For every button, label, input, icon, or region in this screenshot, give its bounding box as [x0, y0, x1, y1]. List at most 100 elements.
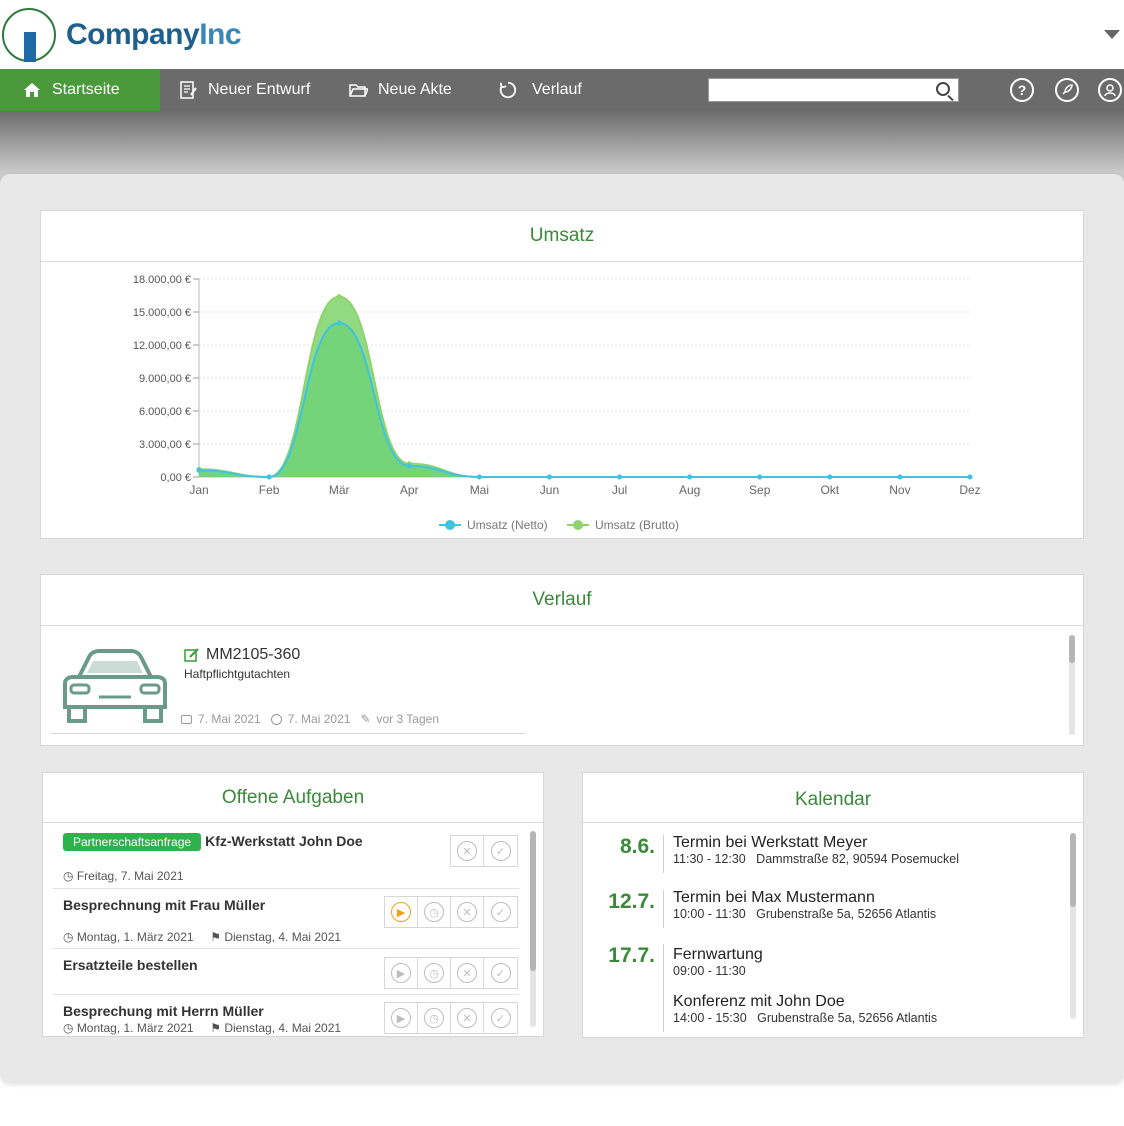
nav-item-neue-akte[interactable]: Neue Akte [348, 69, 452, 111]
nav-item-startseite[interactable]: Startseite [0, 69, 160, 111]
calendar-entry-title[interactable]: Termin bei Max Mustermann [673, 889, 875, 907]
rocket-button[interactable] [1055, 78, 1079, 102]
app-header: CompanyInc [0, 0, 1124, 69]
rocket-icon [1062, 84, 1073, 95]
verlauf-card: Verlauf MM2105-360 Haftpflichtgutachten … [40, 574, 1084, 746]
calendar-entry-details: 09:00 - 11:30 [673, 964, 746, 978]
clock-icon: ◷ [424, 902, 444, 922]
calendar-date: 8.6. [619, 835, 655, 858]
car-icon [63, 649, 167, 723]
user-button[interactable] [1098, 78, 1122, 102]
check-icon: ✓ [490, 963, 511, 983]
verlauf-item-meta: 7. Mai 2021 7. Mai 2021 ✎ vor 3 Tagen [181, 712, 439, 726]
card-divider [41, 625, 1083, 626]
done-button[interactable]: ✓ [484, 1003, 517, 1033]
task-row[interactable]: Besprechnung mit Frau Müller ▶ ◷ ✕ ✓ ◷ M… [53, 889, 519, 949]
close-icon: ✕ [457, 963, 477, 983]
calendar-divider [663, 890, 664, 928]
play-icon: ▶ [391, 902, 411, 922]
dismiss-button[interactable]: ✕ [451, 958, 484, 988]
aufgaben-scrollbar[interactable] [530, 831, 536, 1027]
data-point [336, 294, 342, 300]
search-input[interactable] [708, 78, 959, 102]
aufgaben-title: Offene Aufgaben [221, 787, 365, 808]
scrollbar-thumb[interactable] [1070, 833, 1076, 907]
calendar-time: 11:30 - 12:30 [673, 852, 746, 866]
umsatz-card: Umsatz 0,00 €3.000,00 €6.000,00 €9.000,0… [40, 210, 1084, 539]
y-tick-label: 0,00 € [160, 472, 191, 484]
task-row[interactable]: Ersatzteile bestellen ▶ ◷ ✕ ✓ [53, 949, 519, 995]
task-meta: ◷ Freitag, 7. Mai 2021 [63, 869, 184, 883]
scrollbar-thumb[interactable] [1069, 635, 1075, 663]
calendar-place: Grubenstraße 5a, 52656 Atlantis [757, 1011, 938, 1025]
briefcase-icon [181, 714, 192, 724]
nav-item-verlauf[interactable]: Verlauf [498, 69, 582, 111]
search-icon[interactable] [936, 82, 950, 96]
check-icon: ✓ [490, 841, 511, 861]
task-row[interactable]: Partnerschaftsanfrage Kfz-Werkstatt John … [53, 825, 519, 889]
snooze-button[interactable]: ◷ [418, 1003, 451, 1033]
done-button[interactable]: ✓ [484, 836, 517, 866]
snooze-button[interactable]: ◷ [418, 897, 451, 927]
verlauf-edited: vor 3 Tagen [376, 712, 440, 726]
x-tick-label: Jul [612, 483, 627, 497]
verlauf-title: Verlauf [532, 589, 592, 610]
done-button[interactable]: ✓ [484, 897, 517, 927]
kalendar-title: Kalendar [794, 789, 872, 810]
help-button[interactable]: ? [1010, 78, 1034, 102]
data-point [546, 474, 552, 480]
help-icon: ? [1017, 82, 1027, 98]
y-tick-label: 6.000,00 € [139, 406, 191, 418]
dismiss-button[interactable]: ✕ [451, 897, 484, 927]
snooze-button[interactable]: ◷ [418, 958, 451, 988]
close-icon: ✕ [457, 902, 477, 922]
task-title: Besprechnung mit Frau Müller [63, 897, 266, 913]
chevron-down-icon[interactable] [1104, 30, 1120, 39]
x-tick-label: Apr [400, 483, 419, 497]
data-point [476, 474, 482, 480]
y-tick-label: 18.000,00 € [133, 274, 191, 286]
done-button[interactable]: ✓ [484, 958, 517, 988]
data-point [827, 474, 833, 480]
verlauf-item-id[interactable]: MM2105-360 [206, 646, 300, 664]
data-point [336, 320, 342, 326]
brand-name: CompanyInc [66, 18, 242, 52]
calendar-entry-title[interactable]: Termin bei Werkstatt Meyer [673, 834, 867, 852]
verlauf-created-date: 7. Mai 2021 [198, 712, 261, 726]
x-tick-label: Okt [820, 483, 839, 497]
aufgaben-card: Offene Aufgaben Partnerschaftsanfrage Kfz… [42, 772, 544, 1037]
dismiss-button[interactable]: ✕ [451, 1003, 484, 1033]
calendar-date: 17.7. [608, 944, 655, 967]
kalendar-card: Kalendar 8.6. Termin bei Werkstatt Meyer… [582, 772, 1084, 1038]
calendar-entry-details: 14:00 - 15:30 Grubenstraße 5a, 52656 Atl… [673, 1011, 937, 1025]
task-due: Dienstag, 4. Mai 2021 [224, 1021, 342, 1035]
start-button[interactable]: ▶ [385, 1003, 418, 1033]
flag-icon: ⚑ [210, 930, 221, 944]
y-tick-label: 12.000,00 € [133, 340, 191, 352]
folder-icon [349, 84, 368, 97]
close-icon: ✕ [457, 1008, 477, 1028]
start-button[interactable]: ▶ [385, 897, 418, 927]
edit-icon[interactable] [184, 647, 200, 663]
task-row[interactable]: Besprechung mit Herrn Müller ▶ ◷ ✕ ✓ ◷ M… [53, 995, 519, 1036]
dashboard: Umsatz 0,00 €3.000,00 €6.000,00 €9.000,0… [0, 174, 1124, 1082]
task-actions: ▶ ◷ ✕ ✓ [384, 1002, 518, 1034]
close-icon: ✕ [457, 841, 477, 861]
play-icon: ▶ [391, 1008, 411, 1028]
calendar-place: Dammstraße 82, 90594 Posemuckel [756, 852, 960, 866]
task-due: Dienstag, 4. Mai 2021 [224, 930, 342, 944]
verlauf-scrollbar[interactable] [1069, 635, 1075, 735]
draft-icon [180, 81, 197, 99]
company-logo[interactable] [2, 8, 56, 62]
dismiss-button[interactable]: ✕ [451, 836, 484, 866]
start-button[interactable]: ▶ [385, 958, 418, 988]
pencil-icon: ✎ [360, 712, 371, 726]
data-point [897, 474, 903, 480]
legend-label: Umsatz (Brutto) [595, 518, 679, 532]
calendar-entry-title[interactable]: Konferenz mit John Doe [673, 993, 845, 1011]
data-point [266, 474, 272, 480]
scrollbar-thumb[interactable] [530, 831, 536, 971]
nav-item-neuer-entwurf[interactable]: Neuer Entwurf [178, 69, 310, 111]
kalendar-scrollbar[interactable] [1070, 833, 1076, 1019]
calendar-entry-title[interactable]: Fernwartung [673, 946, 763, 964]
